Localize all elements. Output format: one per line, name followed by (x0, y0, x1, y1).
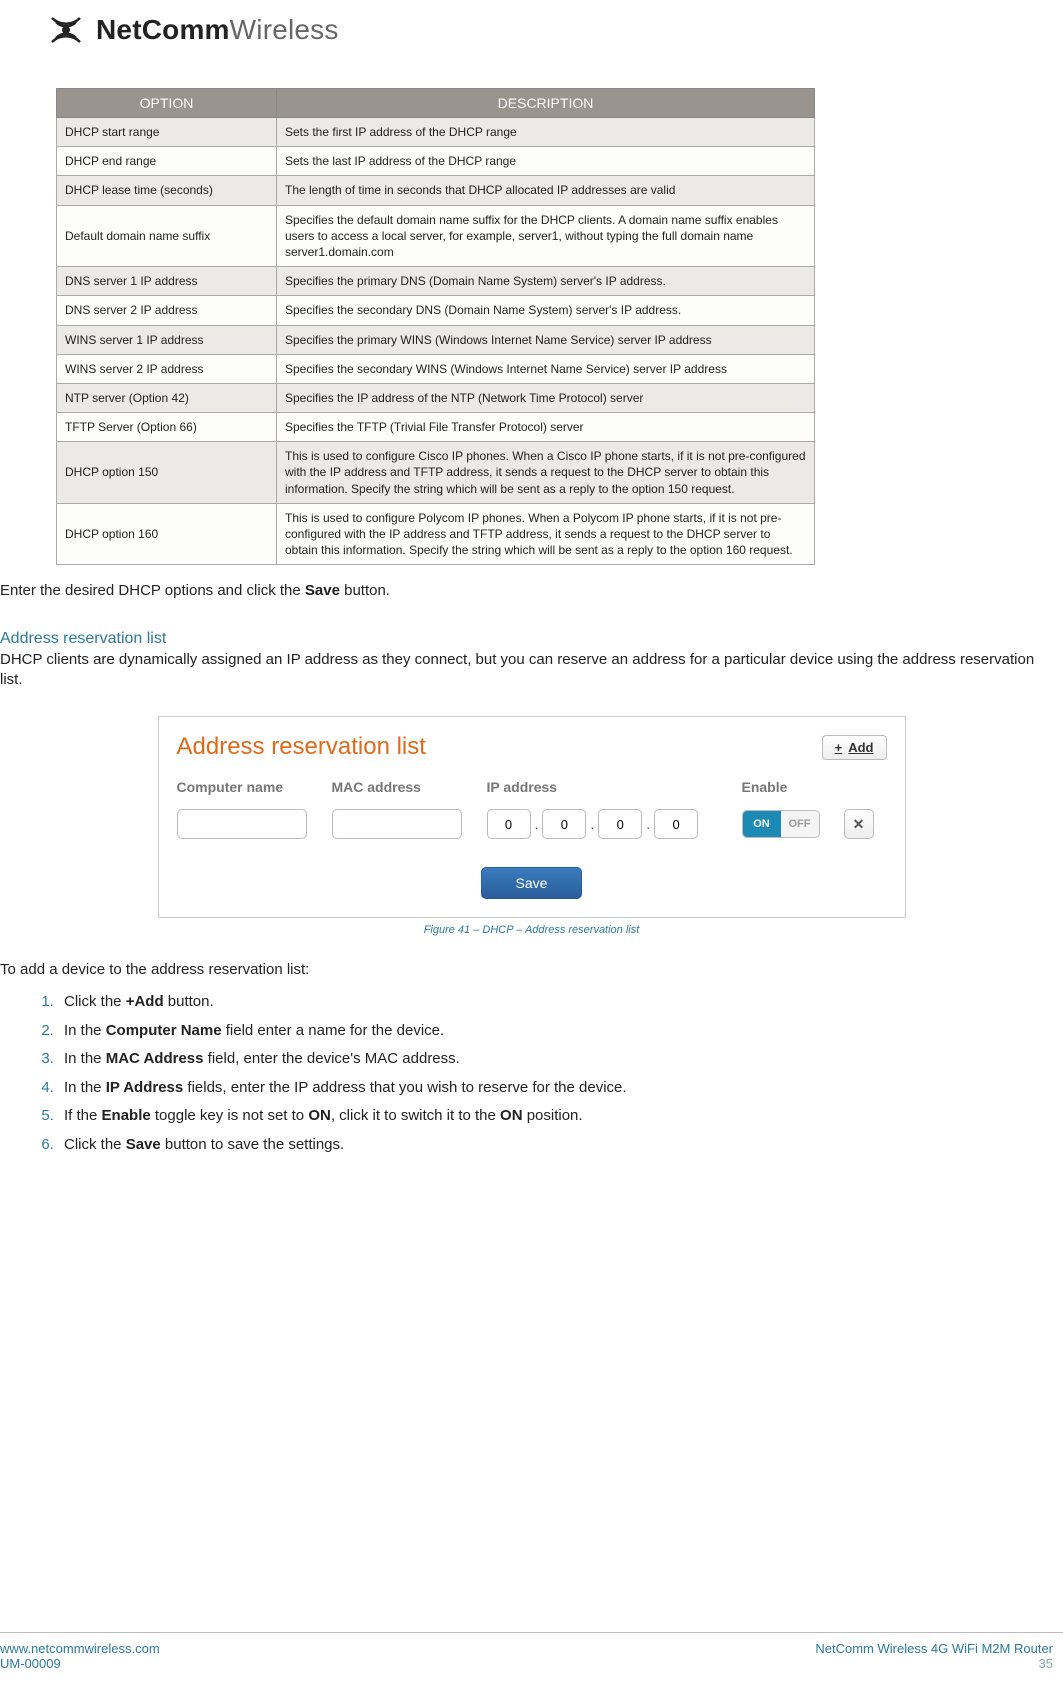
option-cell: NTP server (Option 42) (57, 383, 277, 412)
option-cell: DHCP option 150 (57, 442, 277, 504)
col-ip-address: IP address (487, 779, 742, 795)
brand-name: NetCommWireless (96, 14, 339, 46)
ip-address-group: . . . (487, 809, 742, 839)
ip-octet-3[interactable] (598, 809, 642, 839)
brand-header: NetCommWireless (46, 10, 339, 50)
dot-icon: . (590, 816, 594, 832)
description-cell: Sets the first IP address of the DHCP ra… (277, 118, 815, 147)
option-cell: WINS server 2 IP address (57, 354, 277, 383)
col-mac-address: MAC address (332, 779, 487, 795)
list-item: In the Computer Name field enter a name … (58, 1017, 1063, 1046)
enable-toggle[interactable]: ON OFF (742, 810, 820, 838)
list-item: If the Enable toggle key is not set to O… (58, 1102, 1063, 1131)
option-cell: DHCP lease time (seconds) (57, 176, 277, 205)
description-cell: Specifies the default domain name suffix… (277, 205, 815, 267)
save-button[interactable]: Save (481, 867, 583, 899)
mac-address-input[interactable] (332, 809, 462, 839)
paragraph-save-instruction: Enter the desired DHCP options and click… (0, 581, 1063, 601)
description-cell: The length of time in seconds that DHCP … (277, 176, 815, 205)
table-row: DHCP option 160This is used to configure… (57, 503, 815, 565)
table-row: DHCP start rangeSets the first IP addres… (57, 118, 815, 147)
list-item: In the IP Address fields, enter the IP a… (58, 1074, 1063, 1103)
steps-intro: To add a device to the address reservati… (0, 960, 1063, 980)
description-cell: Sets the last IP address of the DHCP ran… (277, 147, 815, 176)
add-button[interactable]: + Add (822, 735, 887, 760)
dhcp-options-table: OPTION DESCRIPTION DHCP start rangeSets … (56, 88, 815, 565)
ip-octet-4[interactable] (654, 809, 698, 839)
brand-logo-icon (46, 10, 86, 50)
table-row: DNS server 1 IP addressSpecifies the pri… (57, 267, 815, 296)
table-row: NTP server (Option 42)Specifies the IP a… (57, 383, 815, 412)
footer-product-name: NetComm Wireless 4G WiFi M2M Router (815, 1641, 1053, 1656)
option-cell: WINS server 1 IP address (57, 325, 277, 354)
page-footer: www.netcommwireless.com UM-00009 NetComm… (0, 1632, 1063, 1671)
table-row: DHCP end rangeSets the last IP address o… (57, 147, 815, 176)
table-row: TFTP Server (Option 66)Specifies the TFT… (57, 413, 815, 442)
column-headers: Computer name MAC address IP address Ena… (177, 779, 887, 795)
option-cell: DHCP end range (57, 147, 277, 176)
col-computer-name: Computer name (177, 779, 332, 795)
option-cell: DNS server 1 IP address (57, 267, 277, 296)
dot-icon: . (646, 816, 650, 832)
list-item: Click the Save button to save the settin… (58, 1131, 1063, 1160)
col-enable: Enable (742, 779, 862, 795)
steps-list: Click the +Add button.In the Computer Na… (0, 988, 1063, 1159)
computer-name-input[interactable] (177, 809, 307, 839)
ip-octet-2[interactable] (542, 809, 586, 839)
dot-icon: . (535, 816, 539, 832)
table-row: DNS server 2 IP addressSpecifies the sec… (57, 296, 815, 325)
description-cell: Specifies the IP address of the NTP (Net… (277, 383, 815, 412)
table-row: WINS server 1 IP addressSpecifies the pr… (57, 325, 815, 354)
footer-doc-code: UM-00009 (0, 1656, 160, 1671)
table-row: DHCP lease time (seconds)The length of t… (57, 176, 815, 205)
description-cell: Specifies the TFTP (Trivial File Transfe… (277, 413, 815, 442)
option-cell: TFTP Server (Option 66) (57, 413, 277, 442)
table-row: WINS server 2 IP addressSpecifies the se… (57, 354, 815, 383)
description-cell: Specifies the secondary WINS (Windows In… (277, 354, 815, 383)
description-cell: Specifies the secondary DNS (Domain Name… (277, 296, 815, 325)
description-cell: Specifies the primary WINS (Windows Inte… (277, 325, 815, 354)
table-row: DHCP option 150This is used to configure… (57, 442, 815, 504)
footer-page-number: 35 (815, 1656, 1053, 1671)
footer-url: www.netcommwireless.com (0, 1641, 160, 1656)
delete-row-button[interactable]: ✕ (844, 809, 874, 839)
description-cell: This is used to configure Polycom IP pho… (277, 503, 815, 565)
plus-icon: + (835, 740, 843, 755)
table-header-option: OPTION (57, 89, 277, 118)
table-row: Default domain name suffixSpecifies the … (57, 205, 815, 267)
list-item: In the MAC Address field, enter the devi… (58, 1045, 1063, 1074)
option-cell: DNS server 2 IP address (57, 296, 277, 325)
panel-title: Address reservation list (177, 733, 426, 761)
paragraph-address-reservation-desc: DHCP clients are dynamically assigned an… (0, 650, 1063, 691)
ip-octet-1[interactable] (487, 809, 531, 839)
close-icon: ✕ (853, 816, 865, 833)
option-cell: DHCP start range (57, 118, 277, 147)
description-cell: This is used to configure Cisco IP phone… (277, 442, 815, 504)
list-item: Click the +Add button. (58, 988, 1063, 1017)
description-cell: Specifies the primary DNS (Domain Name S… (277, 267, 815, 296)
table-header-description: DESCRIPTION (277, 89, 815, 118)
option-cell: Default domain name suffix (57, 205, 277, 267)
option-cell: DHCP option 160 (57, 503, 277, 565)
figure-caption: Figure 41 – DHCP – Address reservation l… (0, 924, 1063, 936)
address-reservation-panel: Address reservation list + Add Computer … (158, 716, 906, 918)
section-heading-address-reservation: Address reservation list (0, 630, 1063, 648)
